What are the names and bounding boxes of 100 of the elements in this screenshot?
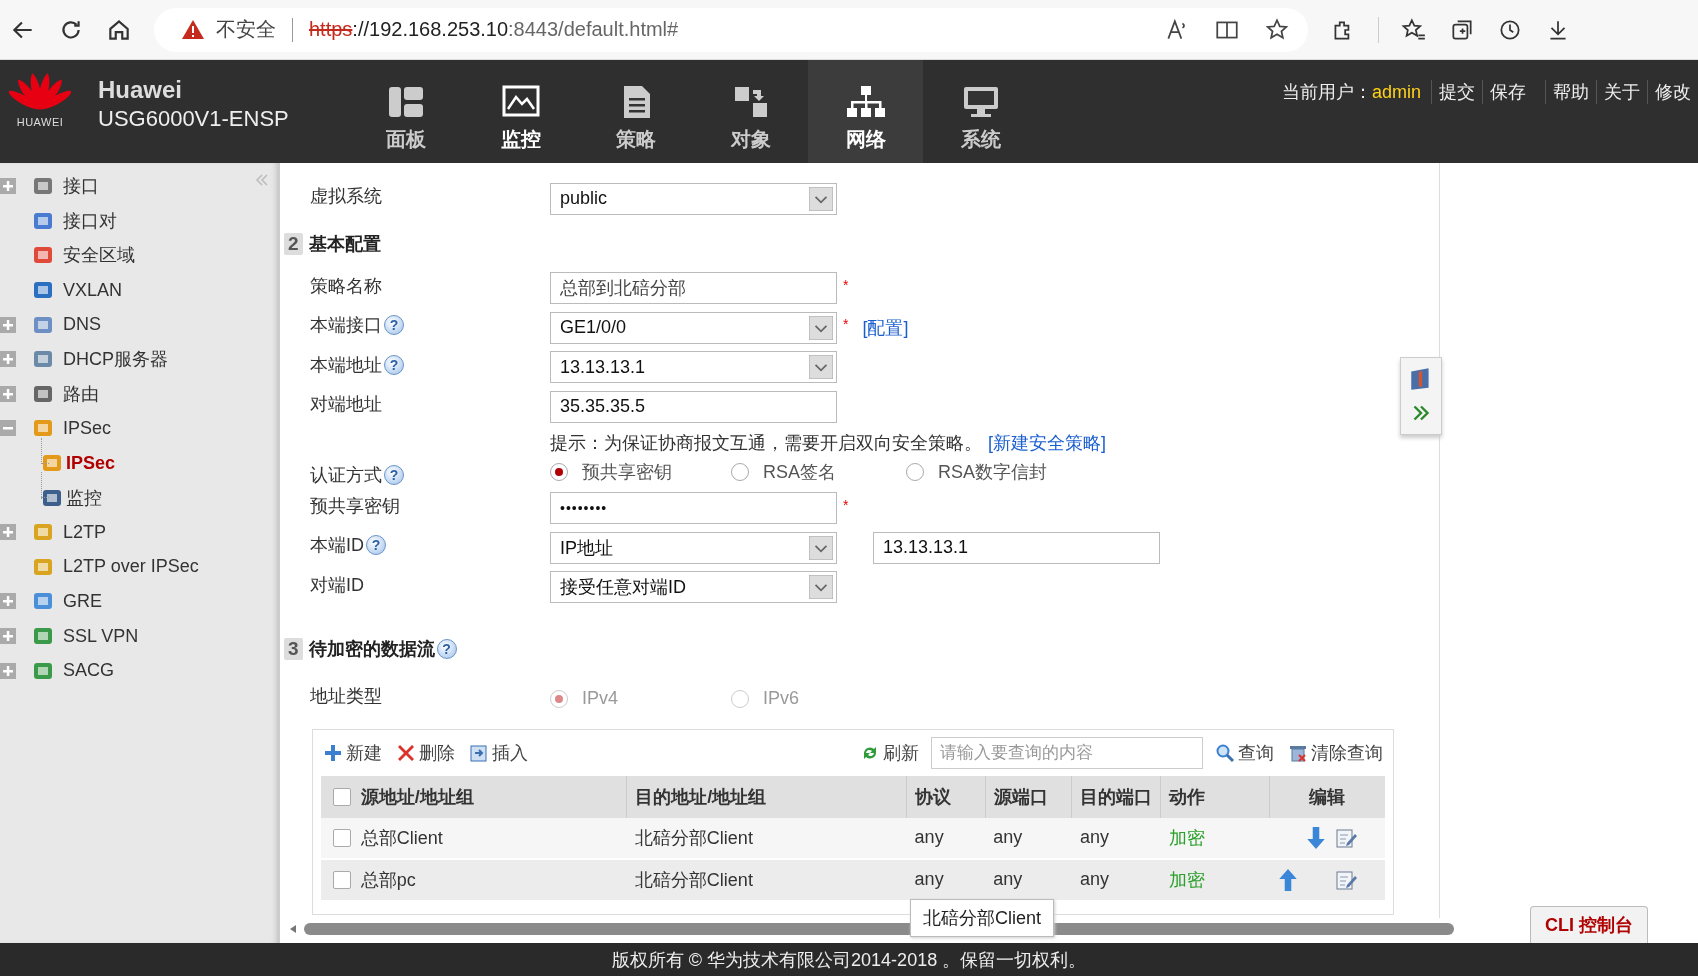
sidebar-item[interactable]: L2TP [63, 521, 107, 543]
header-link[interactable]: 关于 [1596, 80, 1647, 104]
caret-icon [809, 186, 833, 211]
insert-button[interactable]: 插入 [467, 740, 530, 765]
sidebar-item[interactable]: L2TP over IPSec [63, 556, 199, 578]
config-link[interactable]: [配置] [862, 315, 909, 340]
section-title: 基本配置 [308, 232, 381, 256]
input-field[interactable]: 35.35.35.5 [550, 390, 837, 423]
sidebar-item[interactable]: DNS [63, 314, 101, 336]
expand-icon[interactable] [0, 351, 16, 368]
help-icon[interactable]: ? [384, 464, 404, 485]
table-cell: 北碚分部Client [626, 817, 907, 859]
cli-console-button[interactable]: CLI 控制台 [1530, 906, 1648, 943]
help-icon[interactable]: ? [436, 639, 457, 659]
delete-button[interactable]: 删除 [394, 740, 457, 765]
sidebar-item[interactable]: SSL VPN [63, 625, 139, 647]
expand-icon[interactable] [0, 662, 16, 679]
sidebar-item[interactable]: 接口对 [63, 208, 117, 233]
select-all-checkbox[interactable] [333, 787, 351, 806]
caret-icon [809, 355, 833, 380]
required-mark: * [843, 495, 849, 513]
sidebar-item[interactable]: VXLAN [63, 279, 123, 301]
sidebar-item[interactable]: 接口 [63, 174, 99, 199]
table-cell: 总部Client [360, 817, 627, 859]
nav-tab[interactable]: 策略 [578, 60, 693, 163]
sidebar-item[interactable]: IPSec [63, 417, 112, 439]
table-cell: any [985, 858, 1072, 901]
section-title: 待加密的数据流 [308, 638, 435, 661]
header-link[interactable]: 帮助 [1545, 80, 1596, 104]
required-mark: * [843, 315, 849, 332]
field-label: 本端接口 [310, 314, 382, 337]
radio-option[interactable]: RSA签名 [731, 459, 906, 484]
expand-icon[interactable] [0, 316, 16, 333]
help-icon[interactable]: ? [384, 315, 404, 335]
search-button[interactable]: 查询 [1213, 740, 1276, 765]
expand-icon[interactable] [0, 524, 16, 541]
dropdown[interactable]: 13.13.13.1 [550, 351, 837, 384]
sidebar-item[interactable]: IPSec [66, 452, 116, 474]
input-field[interactable]: 13.13.13.1 [873, 531, 1160, 564]
chart-icon [500, 84, 541, 120]
nav-tab[interactable]: 网络 [808, 60, 923, 163]
plus-icon [323, 742, 343, 763]
caret-icon [809, 575, 833, 600]
section-number: 2 [284, 232, 303, 255]
tooltip: 北碚分部Client [910, 899, 1055, 937]
required-mark: * [843, 275, 849, 293]
expand-icon[interactable] [0, 178, 16, 195]
header-link[interactable]: 保存 [1482, 80, 1533, 104]
hint-text: 提示：为保证协商报文互通，需要开启双向安全策略。 [550, 431, 982, 455]
radio-option[interactable]: RSA数字信封 [906, 459, 1087, 484]
sidebar-item[interactable]: 安全区域 [63, 243, 135, 268]
expand-icon[interactable] [0, 593, 16, 610]
help-icon[interactable]: ? [384, 354, 404, 375]
caret-icon [809, 315, 833, 340]
move-up-icon[interactable] [1277, 867, 1299, 892]
nav-tab[interactable]: 系统 [923, 60, 1038, 163]
sidebar-item[interactable]: SACG [63, 660, 114, 682]
collapse-node-icon[interactable] [0, 420, 16, 437]
dropdown[interactable]: IP地址 [550, 531, 837, 564]
radio-option[interactable]: 预共享密钥 [550, 459, 731, 484]
sidebar-item[interactable]: 路由 [63, 381, 99, 406]
sidebar-item[interactable]: 监控 [66, 485, 102, 510]
dropdown[interactable]: GE1/0/0 [550, 311, 837, 344]
vsys-dropdown[interactable]: public [550, 182, 837, 215]
nav-tab[interactable]: 面板 [348, 60, 463, 163]
row-checkbox[interactable] [333, 828, 351, 847]
nav-tab[interactable]: 监控 [463, 60, 578, 163]
column-header: 动作 [1160, 775, 1269, 818]
logo-icon [9, 70, 71, 112]
side-panel-toggle[interactable] [1400, 357, 1442, 435]
new-policy-link[interactable]: [新建安全策略] [988, 430, 1106, 455]
table-cell: 总部pc [360, 858, 627, 901]
header-link[interactable]: 修改 [1647, 80, 1698, 104]
expand-icon[interactable] [0, 385, 16, 402]
clear-search-button[interactable]: 清除查询 [1286, 740, 1385, 765]
favorites-icon[interactable] [1401, 16, 1427, 43]
table-cell: 北碚分部Client [626, 858, 907, 901]
help-icon[interactable]: ? [366, 535, 386, 555]
column-header: 目的端口 [1071, 775, 1161, 818]
expand-icon[interactable] [0, 628, 16, 644]
scroll-left-icon[interactable] [288, 924, 298, 934]
brand-name: HUAWEI [16, 116, 64, 128]
field-label: 认证方式 [310, 463, 382, 487]
address-bar[interactable]: 不安全 https://192.168.253.10:8443/default.html# [154, 7, 1308, 52]
column-header: 源地址/地址组 [360, 775, 627, 818]
cross-icon [396, 742, 416, 763]
input-field[interactable]: 总部到北碚分部 [550, 272, 837, 305]
row-checkbox[interactable] [333, 870, 351, 889]
password-field[interactable]: •••••••• [550, 492, 837, 525]
sidebar-item[interactable]: GRE [63, 590, 102, 612]
sidebar-item[interactable]: DHCP服务器 [63, 347, 168, 372]
table-cell: any [1071, 817, 1161, 859]
nav-tab[interactable]: 对象 [693, 60, 808, 163]
user-name: admin [1371, 81, 1421, 103]
search-field[interactable]: 请输入要查询的内容 [931, 736, 1203, 769]
refresh-button[interactable]: 刷新 [858, 740, 921, 765]
move-down-icon[interactable] [1305, 825, 1327, 850]
add-button[interactable]: 新建 [321, 740, 384, 765]
dropdown[interactable]: 接受任意对端ID [550, 571, 837, 604]
header-link[interactable]: 提交 [1431, 80, 1482, 104]
